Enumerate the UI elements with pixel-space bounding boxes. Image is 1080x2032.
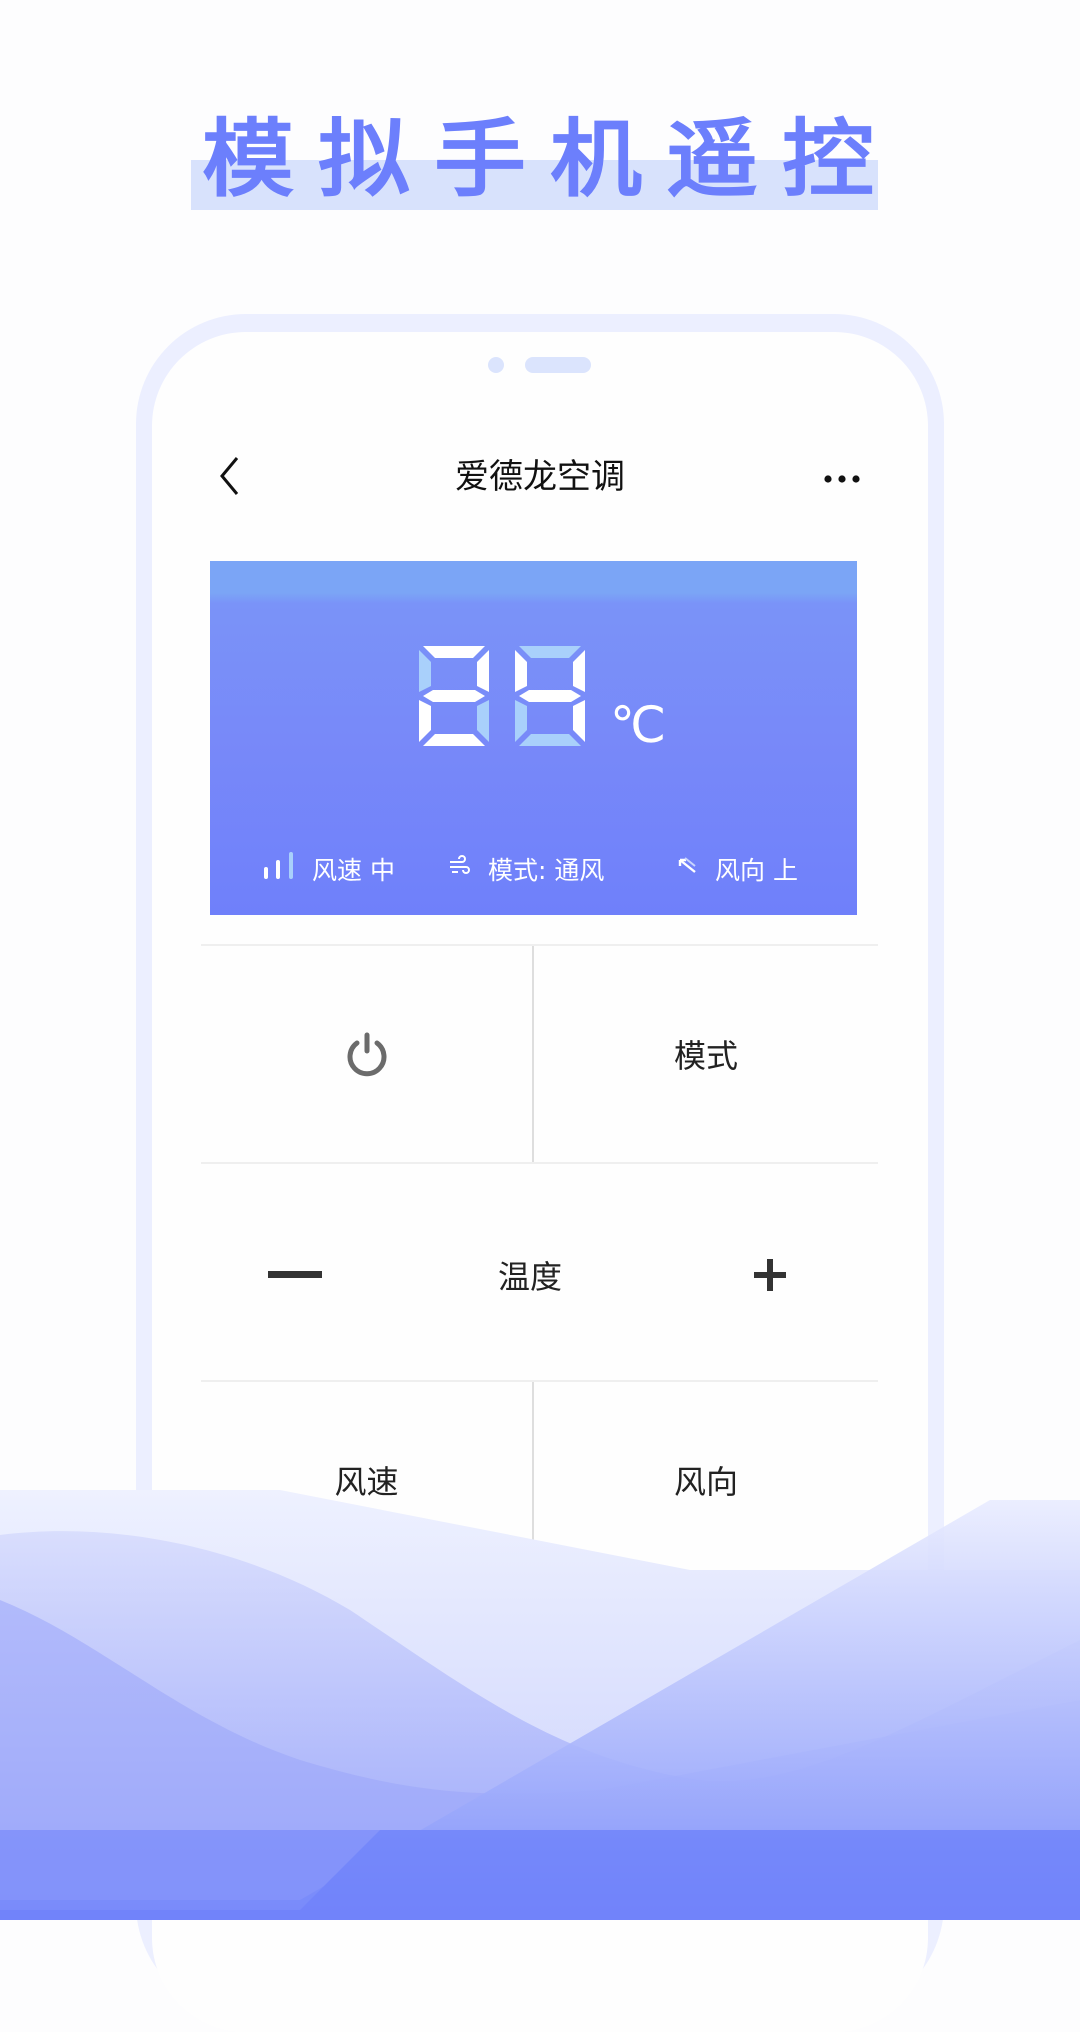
temperature-down-button[interactable] xyxy=(240,1220,350,1330)
ac-display-panel: ℃ 风速 中 模式: 通风 风向 上 xyxy=(210,561,857,915)
digit-0-segment-c xyxy=(477,700,489,742)
digit-1-segment-d xyxy=(519,734,581,746)
power-button[interactable] xyxy=(201,946,532,1162)
temperature-digits xyxy=(419,646,585,746)
digit-0-segment-f xyxy=(419,650,431,692)
minus-icon xyxy=(268,1271,322,1278)
headline: 模拟手机遥控 xyxy=(201,110,898,209)
digit-0-segment-d xyxy=(423,734,485,746)
power-icon xyxy=(347,1032,386,1077)
status-direction-label: 风向 上 xyxy=(715,856,798,885)
more-button[interactable] xyxy=(820,462,870,492)
camera-dot xyxy=(488,357,504,373)
digit-0-segment-g xyxy=(423,690,485,702)
digit-0-segment-a xyxy=(423,646,485,658)
signal-bars-icon xyxy=(262,851,296,887)
decorative-waves xyxy=(0,1490,1080,1920)
page-title: 爱德龙空调 xyxy=(455,457,625,497)
digit-1-segment-g xyxy=(519,690,581,702)
digit-0-segment-b xyxy=(477,650,489,692)
more-horizontal-icon xyxy=(824,475,860,483)
mode-button[interactable]: 模式 xyxy=(534,946,878,1162)
digit-0-segment-e xyxy=(419,700,431,742)
temperature-up-button[interactable] xyxy=(715,1220,825,1330)
digit-1-segment-e xyxy=(515,700,527,742)
digit-1-segment-f xyxy=(515,650,527,692)
divider xyxy=(201,1162,878,1164)
digit-1-segment-a xyxy=(519,646,581,658)
digit-1-segment-c xyxy=(573,700,585,742)
status-fan-speed: 风速 中 xyxy=(262,849,395,889)
speaker-bar xyxy=(525,357,591,373)
status-mode-label: 模式: 通风 xyxy=(488,856,605,885)
status-direction: 风向 上 xyxy=(675,849,798,889)
temperature-unit: ℃ xyxy=(610,696,667,754)
temperature-label: 温度 xyxy=(497,1258,562,1296)
status-mode: 模式: 通风 xyxy=(448,849,604,889)
plus-icon xyxy=(754,1259,786,1291)
digit-1-segment-b xyxy=(573,650,585,692)
wind-icon xyxy=(448,854,472,884)
swing-direction-icon xyxy=(675,854,699,884)
status-fan-speed-label: 风速 中 xyxy=(312,856,395,885)
